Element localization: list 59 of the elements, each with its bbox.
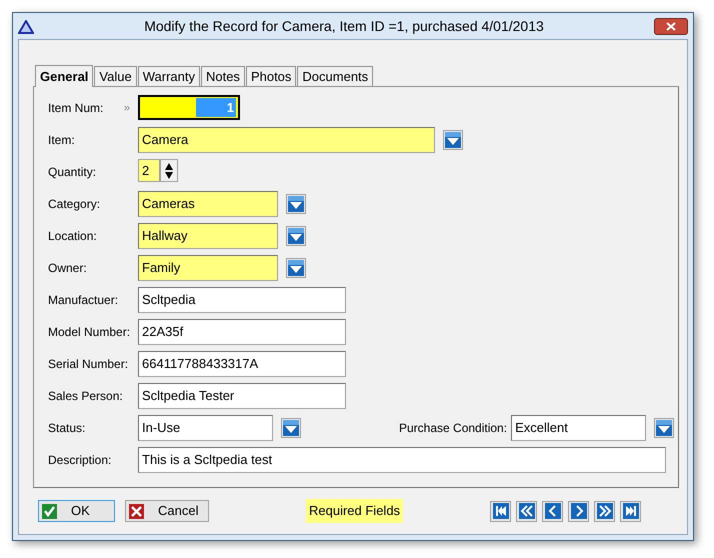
field-label: Item Num: — [48, 100, 104, 117]
field-label: Owner: — [48, 260, 87, 277]
text-field[interactable]: 22A35f — [138, 319, 346, 345]
field-label: Serial Number: — [48, 356, 128, 373]
first-record-icon — [492, 503, 509, 519]
dropdown-button[interactable] — [286, 258, 306, 278]
combo-field[interactable]: Excellent — [511, 415, 646, 441]
cancel-button[interactable]: Cancel — [125, 500, 209, 522]
combo-field[interactable]: Family — [138, 255, 278, 281]
tab[interactable]: Notes — [200, 66, 245, 86]
text-field[interactable]: Scltpedia — [138, 287, 346, 313]
quantity-field[interactable]: 2 — [138, 159, 160, 182]
close-button[interactable] — [654, 18, 688, 35]
field-label: Item: — [48, 132, 75, 149]
combo-field[interactable]: Cameras — [138, 191, 278, 217]
field-value: 1 — [196, 98, 236, 118]
field-label: Purchase Condition: — [399, 420, 508, 437]
cross-icon — [129, 504, 144, 518]
tab[interactable]: General — [35, 65, 94, 87]
record-marker: » — [124, 101, 130, 116]
combo-field[interactable]: Hallway — [138, 223, 278, 249]
field-label: Manufactuer: — [48, 292, 118, 309]
field-label: Status: — [48, 420, 86, 437]
tab[interactable]: Photos — [246, 66, 296, 86]
last-record-icon — [622, 503, 639, 519]
combo-field[interactable]: In-Use — [138, 415, 273, 441]
text-field[interactable]: Scltpedia Tester — [138, 383, 346, 409]
field-label: Location: — [48, 228, 97, 245]
field-label: Quantity: — [48, 164, 96, 181]
down-arrow-icon — [165, 172, 173, 178]
field-label: Sales Person: — [48, 388, 123, 405]
description-field[interactable]: This is a Scltpedia test — [138, 447, 666, 473]
navigation-button[interactable] — [542, 500, 564, 522]
text-field[interactable]: 664117788433317A — [138, 351, 346, 377]
check-icon — [42, 504, 57, 518]
dropdown-button[interactable] — [654, 418, 674, 438]
navigation-button[interactable] — [490, 500, 512, 522]
close-icon — [666, 22, 676, 31]
ok-button[interactable]: OK — [38, 500, 115, 522]
dropdown-button[interactable] — [286, 194, 306, 214]
dropdown-button[interactable] — [281, 418, 301, 438]
tab[interactable]: Value — [94, 66, 137, 86]
dropdown-button[interactable] — [443, 130, 463, 150]
field-label: Model Number: — [48, 324, 130, 341]
navigation-button[interactable] — [568, 500, 590, 522]
window-title: Modify the Record for Camera, Item ID =1, purchased 4/01/2013 — [143, 17, 545, 36]
navigation-button[interactable] — [620, 500, 642, 522]
tab[interactable]: Documents — [297, 66, 374, 86]
tab[interactable]: Warranty — [138, 66, 200, 86]
navigation-button[interactable] — [594, 500, 616, 522]
spin-buttons[interactable] — [160, 159, 178, 182]
field-label: Category: — [48, 196, 100, 213]
combo-field[interactable]: Camera — [138, 127, 435, 153]
required-fields-legend: Required Fields — [306, 499, 404, 523]
up-arrow-icon — [165, 162, 173, 170]
dropdown-button[interactable] — [286, 226, 306, 246]
navigation-button[interactable] — [516, 500, 538, 522]
app-triangle-icon[interactable] — [18, 20, 34, 34]
field-label: Description: — [48, 452, 112, 469]
